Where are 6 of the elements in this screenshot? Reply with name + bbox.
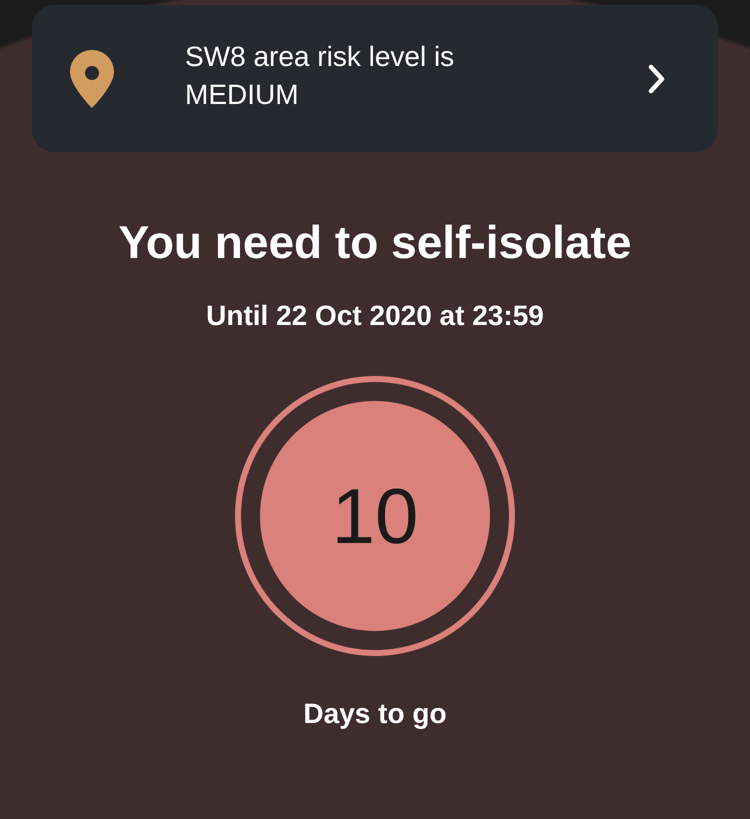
days-count: 10 (332, 476, 418, 556)
location-pin-icon (70, 50, 114, 108)
isolation-end-date: Until 22 Oct 2020 at 23:59 (206, 299, 544, 333)
days-label: Days to go (303, 697, 447, 731)
status-title: You need to self-isolate (118, 215, 632, 270)
risk-level-text: SW8 area risk level is MEDIUM (185, 40, 456, 112)
